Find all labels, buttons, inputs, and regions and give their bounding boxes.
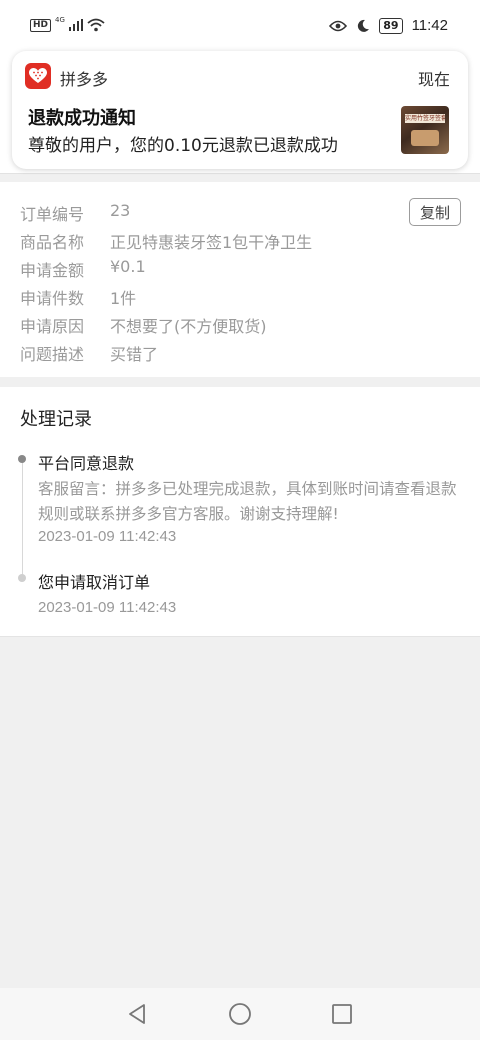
record-event-time: 2023-01-09 11:42:43 (38, 528, 177, 545)
notification-app-name: 拼多多 (60, 70, 109, 89)
notification-banner[interactable]: 拼多多 现在 退款成功通知 尊敬的用户，您的0.10元退款已退款成功 实用竹签牙… (12, 51, 468, 169)
record-event-time: 2023-01-09 11:42:43 (38, 599, 177, 616)
status-bar: HD 4G 89 11:42 (0, 0, 480, 56)
record-event-title: 您申请取消订单 (38, 573, 151, 592)
network-type-label: 4G (55, 15, 65, 24)
signal-icon (68, 19, 83, 31)
clock: 11:42 (411, 17, 448, 34)
order-number-value: 23 (110, 201, 131, 220)
problem-description-label: 问题描述 (20, 345, 85, 364)
status-bar-right: 89 11:42 (329, 17, 448, 34)
system-nav-bar (0, 988, 480, 1040)
notification-thumbnail: 实用竹签牙签套装 (401, 106, 449, 154)
thumbnail-product-shape (411, 130, 439, 146)
status-bar-left: HD 4G (30, 15, 105, 32)
refund-amount-label: 申请金额 (20, 261, 85, 280)
record-event-message: 客服留言：拼多多已处理完成退款，具体到账时间请查看退款规则或联系拼多多官方客服。… (38, 480, 457, 523)
notification-body: 尊敬的用户，您的0.10元退款已退款成功 (28, 136, 338, 156)
refund-reason-label: 申请原因 (20, 317, 85, 336)
moon-icon (358, 19, 370, 32)
home-icon[interactable] (227, 1001, 253, 1027)
product-name-value: 正见特惠装牙签1包干净卫生 (110, 233, 313, 252)
thumbnail-caption: 实用竹签牙签套装 (405, 114, 445, 123)
item-count-value: 1件 (110, 289, 137, 308)
wifi-icon (87, 18, 105, 32)
recents-icon[interactable] (329, 1001, 355, 1027)
hd-icon: HD (30, 18, 52, 32)
eye-icon (329, 20, 348, 31)
battery-indicator: 89 (379, 17, 403, 34)
timeline-dot (18, 574, 26, 582)
back-icon[interactable] (124, 1001, 150, 1027)
refund-amount-value: ¥0.1 (110, 257, 146, 276)
timeline-dot-active (18, 455, 26, 463)
problem-description-value: 买错了 (110, 345, 159, 364)
notification-title: 退款成功通知 (28, 108, 136, 129)
item-count-label: 申请件数 (20, 289, 85, 308)
refund-reason-value: 不想要了(不方便取货) (110, 317, 267, 336)
order-number-label: 订单编号 (20, 205, 85, 224)
pinduoduo-app-icon (25, 63, 51, 89)
records-title: 处理记录 (20, 409, 92, 430)
record-event-title: 平台同意退款 (38, 454, 135, 473)
product-name-label: 商品名称 (20, 233, 85, 252)
notification-time: 现在 (417, 70, 450, 89)
copy-button[interactable]: 复制 (409, 198, 461, 226)
timeline-line (22, 462, 23, 577)
